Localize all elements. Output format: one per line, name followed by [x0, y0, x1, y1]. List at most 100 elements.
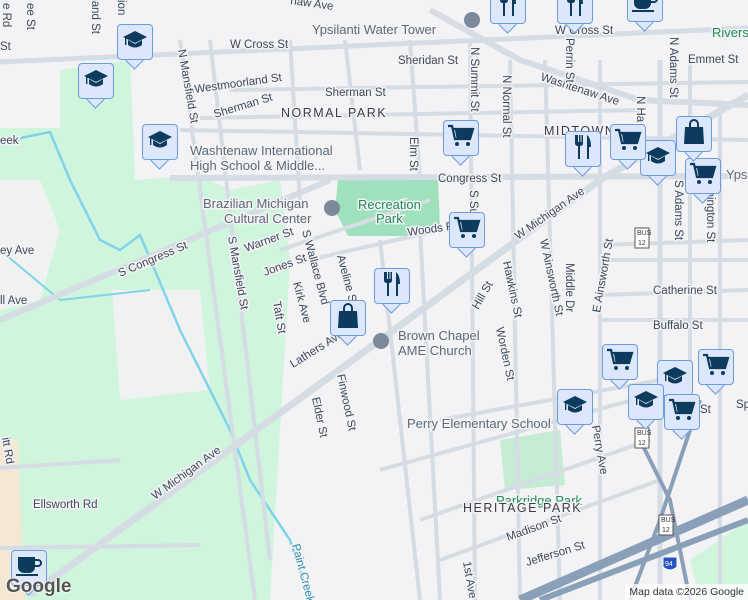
street-ion: ion [115, 0, 127, 15]
street-elder: Elder St [309, 396, 329, 439]
poi-washtenaw-intl-2[interactable]: High School & Middle... [189, 157, 327, 175]
street-e-ainsworth: E Ainsworth St [591, 237, 616, 314]
shopping-bag-icon [336, 302, 360, 335]
marker-box [664, 394, 700, 430]
street-catherine: Catherine St [653, 285, 718, 297]
shopping-cart-marker[interactable] [698, 349, 736, 395]
marker-box [602, 344, 638, 380]
shopping-cart-icon [689, 161, 717, 192]
street-n-summit: N Summit St [468, 47, 480, 112]
street-sherman: Sherman St [325, 87, 387, 99]
graduation-cap-marker[interactable] [557, 389, 595, 435]
graduation-cap-marker[interactable] [78, 63, 116, 109]
street-washtenaw-top: naw Ave [290, 0, 335, 13]
route-12-shield-2: 12 [638, 240, 646, 247]
bus-shield: BUS [637, 430, 652, 437]
marker-box [78, 63, 114, 99]
poi-brazilian-2[interactable]: Cultural Center [223, 210, 314, 228]
graduation-cap-icon [122, 28, 148, 57]
street-sp: Sp [736, 399, 748, 411]
street-madison: Madison St [505, 513, 564, 544]
marker-box [117, 24, 153, 60]
shopping-bag-marker[interactable] [676, 116, 714, 162]
street-sheridan: Sheridan St [398, 55, 459, 67]
street-ey-ave: ey Ave [0, 245, 34, 257]
shopping-cart-marker[interactable] [685, 158, 723, 204]
street-paint-creek: Paint Creek [289, 543, 316, 600]
graduation-cap-marker[interactable] [640, 140, 678, 186]
poi-rivers[interactable]: Rivers [711, 24, 748, 42]
neighborhood-heritage-park: HERITAGE PARK [463, 501, 582, 515]
street-worden: Worden St [493, 326, 516, 382]
marker-box [627, 0, 663, 22]
marker-box [443, 120, 479, 156]
marker-box [676, 116, 712, 152]
marker-box [557, 389, 593, 425]
marker-box [490, 0, 526, 24]
restaurant-marker[interactable] [374, 268, 412, 314]
bus-shield-3: BUS [661, 517, 676, 524]
street-ll-ave: ll Ave [0, 295, 27, 307]
restaurant-icon [563, 0, 587, 23]
street-s-adams: S Adams St [672, 180, 684, 241]
street-jefferson: Jefferson St [524, 539, 587, 569]
street-ellsworth: Ellsworth Rd [33, 499, 98, 511]
shopping-bag-icon [682, 118, 706, 151]
graduation-cap-marker[interactable] [628, 384, 666, 430]
restaurant-marker[interactable] [565, 131, 603, 177]
map-attribution[interactable]: Map data ©2026 Google [625, 584, 748, 600]
poi-ypsi[interactable]: Ypsi [725, 166, 748, 184]
shopping-cart-icon [614, 127, 642, 158]
poi-recreation-park-2[interactable]: Park [375, 210, 405, 228]
restaurant-icon [571, 133, 595, 166]
marker-box [374, 268, 410, 304]
poi-brown-chapel[interactable]: Brown Chapel [397, 327, 482, 345]
street-e-rd: e Rd [0, 3, 12, 27]
shopping-cart-icon [447, 123, 475, 154]
poi-brown-chapel-2[interactable]: AME Church [397, 342, 474, 360]
coffee-cup-icon [631, 0, 659, 19]
street-middle: Middle Dr [563, 263, 575, 312]
poi-perry-school[interactable]: Perry Elementary School [406, 415, 553, 433]
shopping-cart-icon [668, 397, 696, 428]
marker-box [557, 0, 593, 24]
street-kirk: Kirk Ave [290, 281, 312, 325]
poi-creek: eek [0, 135, 19, 147]
poi-brazilian[interactable]: Brazilian Michigan [202, 195, 311, 213]
street-st-left: St [0, 41, 12, 53]
graduation-cap-icon [633, 388, 659, 417]
marker-box [698, 349, 734, 385]
marker-box [610, 124, 646, 160]
shopping-cart-marker[interactable] [664, 394, 702, 440]
shopping-cart-marker[interactable] [449, 212, 487, 258]
street-buffalo: Buffalo St [653, 320, 703, 332]
marker-box [449, 212, 485, 248]
graduation-cap-marker[interactable] [117, 24, 155, 70]
route-12-shield: 12 [638, 440, 646, 447]
poi-water-tower[interactable]: Ypsilanti Water Tower [311, 21, 439, 39]
graduation-cap-marker[interactable] [142, 124, 180, 170]
graduation-cap-icon [562, 393, 588, 422]
shopping-cart-icon [702, 352, 730, 383]
museum-icon[interactable] [464, 12, 480, 28]
street-n-normal: N Normal St [500, 75, 512, 138]
shopping-cart-marker[interactable] [602, 344, 640, 390]
poi-recreation-park[interactable]: Recreation [357, 196, 423, 214]
restaurant-marker[interactable] [557, 0, 595, 34]
coffee-cup-marker[interactable] [627, 0, 665, 32]
place-pin-icon[interactable] [324, 200, 340, 216]
street-perrin: Perrin St [563, 38, 575, 84]
restaurant-icon [380, 270, 404, 303]
street-congress: Congress St [438, 173, 502, 185]
marker-box [640, 140, 676, 176]
street-elm: Elm St [407, 137, 419, 172]
shopping-cart-marker[interactable] [610, 124, 648, 170]
shopping-cart-marker[interactable] [443, 120, 481, 166]
restaurant-marker[interactable] [490, 0, 528, 34]
church-icon[interactable] [373, 333, 389, 349]
shopping-bag-marker[interactable] [330, 300, 368, 346]
street-n-adams: N Adams St [667, 37, 679, 99]
poi-washtenaw-intl[interactable]: Washtenaw International [189, 142, 335, 160]
i94-shield: 94 [665, 561, 673, 568]
street-w-ainsworth: W Ainsworth St [537, 238, 565, 318]
